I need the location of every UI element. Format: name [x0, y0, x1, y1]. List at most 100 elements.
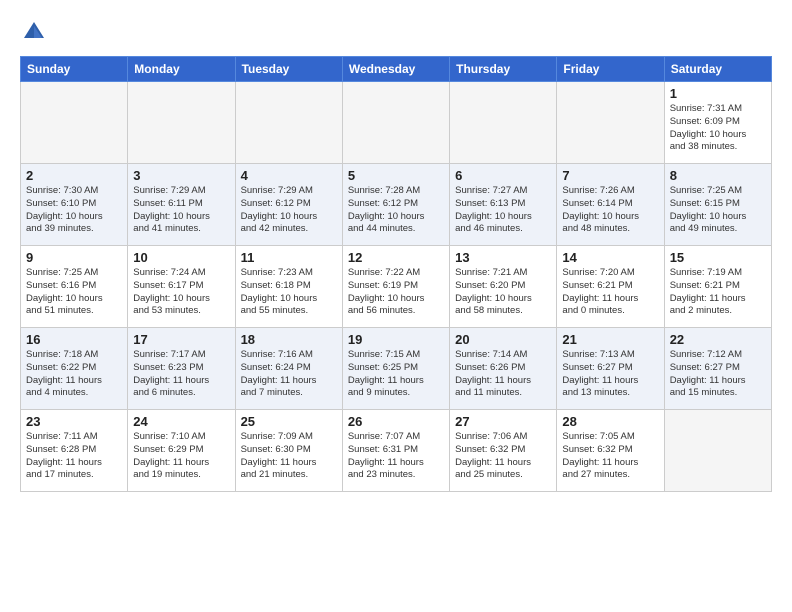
day-info: Sunrise: 7:29 AM Sunset: 6:11 PM Dayligh…: [133, 185, 229, 236]
day-number: 22: [670, 332, 766, 347]
calendar-cell: 21 Sunrise: 7:13 AM Sunset: 6:27 PM Dayli…: [557, 328, 664, 410]
day-info: Sunrise: 7:14 AM Sunset: 6:26 PM Dayligh…: [455, 349, 551, 400]
page: Sunday Monday Tuesday Wednesday Thursday…: [0, 0, 792, 502]
calendar-cell: 22 Sunrise: 7:12 AM Sunset: 6:27 PM Dayli…: [664, 328, 771, 410]
day-info: Sunrise: 7:15 AM Sunset: 6:25 PM Dayligh…: [348, 349, 444, 400]
day-info: Sunrise: 7:06 AM Sunset: 6:32 PM Dayligh…: [455, 431, 551, 482]
day-info: Sunrise: 7:10 AM Sunset: 6:29 PM Dayligh…: [133, 431, 229, 482]
day-number: 8: [670, 168, 766, 183]
day-info: Sunrise: 7:12 AM Sunset: 6:27 PM Dayligh…: [670, 349, 766, 400]
calendar-cell: [557, 82, 664, 164]
day-number: 17: [133, 332, 229, 347]
calendar-cell: [235, 82, 342, 164]
calendar-cell: 15Sunrise: 7:19 AM Sunset: 6:21 PM Dayli…: [664, 246, 771, 328]
calendar-cell: [21, 82, 128, 164]
day-number: 23: [26, 414, 122, 429]
calendar-cell: 27 Sunrise: 7:06 AM Sunset: 6:32 PM Dayli…: [450, 410, 557, 492]
calendar-week-row: 1Sunrise: 7:31 AM Sunset: 6:09 PM Daylig…: [21, 82, 772, 164]
day-number: 25: [241, 414, 337, 429]
calendar-week-row: 9Sunrise: 7:25 AM Sunset: 6:16 PM Daylig…: [21, 246, 772, 328]
day-info: Sunrise: 7:25 AM Sunset: 6:15 PM Dayligh…: [670, 185, 766, 236]
calendar-cell: 11Sunrise: 7:23 AM Sunset: 6:18 PM Dayli…: [235, 246, 342, 328]
day-info: Sunrise: 7:17 AM Sunset: 6:23 PM Dayligh…: [133, 349, 229, 400]
day-number: 27: [455, 414, 551, 429]
calendar-week-row: 2 Sunrise: 7:30 AM Sunset: 6:10 PM Daylig…: [21, 164, 772, 246]
header: [20, 16, 772, 46]
header-friday: Friday: [557, 57, 664, 82]
header-monday: Monday: [128, 57, 235, 82]
day-number: 19: [348, 332, 444, 347]
day-number: 6: [455, 168, 551, 183]
day-info: Sunrise: 7:18 AM Sunset: 6:22 PM Dayligh…: [26, 349, 122, 400]
calendar-cell: 10 Sunrise: 7:24 AM Sunset: 6:17 PM Dayli…: [128, 246, 235, 328]
day-number: 14: [562, 250, 658, 265]
calendar-cell: 8 Sunrise: 7:25 AM Sunset: 6:15 PM Daylig…: [664, 164, 771, 246]
calendar-cell: 24 Sunrise: 7:10 AM Sunset: 6:29 PM Dayli…: [128, 410, 235, 492]
day-info: Sunrise: 7:25 AM Sunset: 6:16 PM Dayligh…: [26, 267, 122, 318]
day-info: Sunrise: 7:11 AM Sunset: 6:28 PM Dayligh…: [26, 431, 122, 482]
calendar-cell: 7Sunrise: 7:26 AM Sunset: 6:14 PM Daylig…: [557, 164, 664, 246]
day-number: 20: [455, 332, 551, 347]
calendar-cell: 18 Sunrise: 7:16 AM Sunset: 6:24 PM Dayli…: [235, 328, 342, 410]
header-saturday: Saturday: [664, 57, 771, 82]
day-number: 4: [241, 168, 337, 183]
day-number: 1: [670, 86, 766, 101]
header-tuesday: Tuesday: [235, 57, 342, 82]
weekday-header-row: Sunday Monday Tuesday Wednesday Thursday…: [21, 57, 772, 82]
header-thursday: Thursday: [450, 57, 557, 82]
day-info: Sunrise: 7:29 AM Sunset: 6:12 PM Dayligh…: [241, 185, 337, 236]
day-info: Sunrise: 7:09 AM Sunset: 6:30 PM Dayligh…: [241, 431, 337, 482]
day-info: Sunrise: 7:23 AM Sunset: 6:18 PM Dayligh…: [241, 267, 337, 318]
calendar-cell: 13 Sunrise: 7:21 AM Sunset: 6:20 PM Dayli…: [450, 246, 557, 328]
day-info: Sunrise: 7:16 AM Sunset: 6:24 PM Dayligh…: [241, 349, 337, 400]
day-info: Sunrise: 7:05 AM Sunset: 6:32 PM Dayligh…: [562, 431, 658, 482]
day-info: Sunrise: 7:13 AM Sunset: 6:27 PM Dayligh…: [562, 349, 658, 400]
calendar-cell: 3 Sunrise: 7:29 AM Sunset: 6:11 PM Daylig…: [128, 164, 235, 246]
calendar-cell: [450, 82, 557, 164]
day-number: 10: [133, 250, 229, 265]
day-number: 24: [133, 414, 229, 429]
logo-icon: [20, 18, 48, 46]
calendar-cell: 26Sunrise: 7:07 AM Sunset: 6:31 PM Dayli…: [342, 410, 449, 492]
day-info: Sunrise: 7:21 AM Sunset: 6:20 PM Dayligh…: [455, 267, 551, 318]
day-info: Sunrise: 7:19 AM Sunset: 6:21 PM Dayligh…: [670, 267, 766, 318]
day-number: 12: [348, 250, 444, 265]
calendar-cell: 4 Sunrise: 7:29 AM Sunset: 6:12 PM Daylig…: [235, 164, 342, 246]
calendar-cell: 20 Sunrise: 7:14 AM Sunset: 6:26 PM Dayli…: [450, 328, 557, 410]
calendar-cell: [664, 410, 771, 492]
calendar-week-row: 23 Sunrise: 7:11 AM Sunset: 6:28 PM Dayli…: [21, 410, 772, 492]
day-number: 16: [26, 332, 122, 347]
header-sunday: Sunday: [21, 57, 128, 82]
header-wednesday: Wednesday: [342, 57, 449, 82]
day-info: Sunrise: 7:30 AM Sunset: 6:10 PM Dayligh…: [26, 185, 122, 236]
day-info: Sunrise: 7:22 AM Sunset: 6:19 PM Dayligh…: [348, 267, 444, 318]
calendar-cell: 6 Sunrise: 7:27 AM Sunset: 6:13 PM Daylig…: [450, 164, 557, 246]
calendar-cell: 2 Sunrise: 7:30 AM Sunset: 6:10 PM Daylig…: [21, 164, 128, 246]
calendar-cell: 17 Sunrise: 7:17 AM Sunset: 6:23 PM Dayli…: [128, 328, 235, 410]
day-info: Sunrise: 7:26 AM Sunset: 6:14 PM Dayligh…: [562, 185, 658, 236]
calendar-cell: 25 Sunrise: 7:09 AM Sunset: 6:30 PM Dayli…: [235, 410, 342, 492]
day-number: 5: [348, 168, 444, 183]
calendar: Sunday Monday Tuesday Wednesday Thursday…: [20, 56, 772, 492]
day-info: Sunrise: 7:28 AM Sunset: 6:12 PM Dayligh…: [348, 185, 444, 236]
calendar-cell: 9Sunrise: 7:25 AM Sunset: 6:16 PM Daylig…: [21, 246, 128, 328]
day-info: Sunrise: 7:27 AM Sunset: 6:13 PM Dayligh…: [455, 185, 551, 236]
calendar-cell: 5 Sunrise: 7:28 AM Sunset: 6:12 PM Daylig…: [342, 164, 449, 246]
day-number: 26: [348, 414, 444, 429]
day-info: Sunrise: 7:20 AM Sunset: 6:21 PM Dayligh…: [562, 267, 658, 318]
day-info: Sunrise: 7:24 AM Sunset: 6:17 PM Dayligh…: [133, 267, 229, 318]
calendar-cell: 16 Sunrise: 7:18 AM Sunset: 6:22 PM Dayli…: [21, 328, 128, 410]
calendar-cell: 1Sunrise: 7:31 AM Sunset: 6:09 PM Daylig…: [664, 82, 771, 164]
day-number: 28: [562, 414, 658, 429]
day-number: 18: [241, 332, 337, 347]
calendar-cell: 14 Sunrise: 7:20 AM Sunset: 6:21 PM Dayli…: [557, 246, 664, 328]
day-number: 3: [133, 168, 229, 183]
calendar-cell: 28 Sunrise: 7:05 AM Sunset: 6:32 PM Dayli…: [557, 410, 664, 492]
calendar-week-row: 16 Sunrise: 7:18 AM Sunset: 6:22 PM Dayli…: [21, 328, 772, 410]
calendar-cell: 23 Sunrise: 7:11 AM Sunset: 6:28 PM Dayli…: [21, 410, 128, 492]
logo: [20, 16, 52, 46]
calendar-cell: [128, 82, 235, 164]
day-number: 13: [455, 250, 551, 265]
day-number: 21: [562, 332, 658, 347]
day-number: 2: [26, 168, 122, 183]
